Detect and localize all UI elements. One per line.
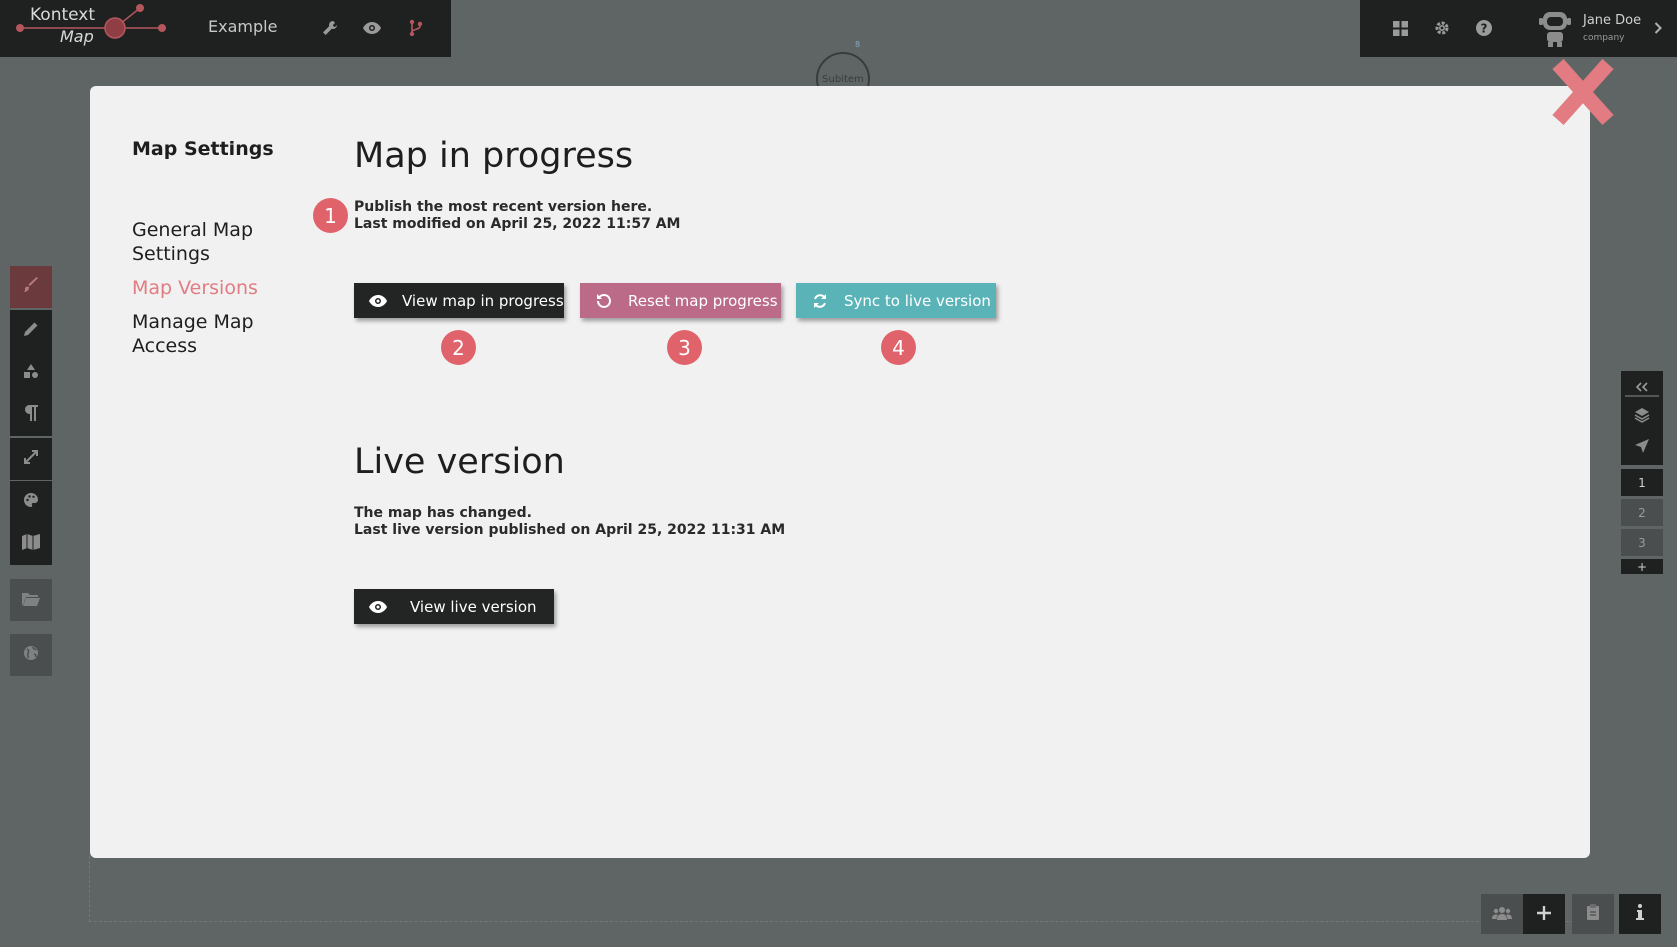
resize-icon: [23, 449, 39, 469]
eye-icon: [368, 597, 388, 617]
map-name[interactable]: Example: [208, 17, 277, 36]
subitem-count: 8: [855, 40, 861, 49]
callout-badge-2: 2: [441, 330, 476, 365]
folder-icon: [22, 591, 40, 610]
subitem-label: Subitem: [822, 73, 864, 85]
top-bar-right: ? Jane Doe company: [1360, 0, 1677, 57]
page-button-3[interactable]: 3: [1621, 529, 1663, 556]
palette-icon: [23, 492, 39, 512]
panel-divider: [1625, 395, 1659, 397]
branch-icon[interactable]: [405, 17, 427, 39]
callout-badge-4: 4: [881, 330, 916, 365]
map-tool[interactable]: [10, 523, 52, 565]
folder-tool[interactable]: [10, 579, 52, 621]
nav-map-versions[interactable]: Map Versions: [132, 276, 302, 300]
nav-general-map-settings[interactable]: General Map Settings: [132, 218, 302, 266]
palette-tool[interactable]: [10, 481, 52, 523]
close-modal-button[interactable]: [1548, 54, 1618, 130]
view-live-version-label: View live version: [410, 597, 537, 616]
user-company: company: [1583, 33, 1625, 43]
users-button[interactable]: [1481, 894, 1523, 934]
grid-icon[interactable]: [1389, 17, 1411, 39]
svg-text:?: ?: [1481, 22, 1488, 36]
progress-info: Publish the most recent version here. La…: [354, 199, 680, 233]
location-arrow-icon[interactable]: [1621, 434, 1663, 458]
view-map-in-progress-button[interactable]: View map in progress: [354, 283, 564, 318]
add-page-button[interactable]: +: [1621, 559, 1663, 574]
progress-section-title: Map in progress: [354, 136, 634, 176]
page-button-2[interactable]: 2: [1621, 499, 1663, 526]
reset-map-progress-label: Reset map progress: [628, 291, 778, 310]
callout-badge-3: 3: [667, 330, 702, 365]
view-map-in-progress-label: View map in progress: [402, 291, 564, 310]
callout-badge-1: 1: [313, 198, 348, 233]
robot-avatar-icon[interactable]: [1538, 8, 1572, 48]
add-button[interactable]: [1523, 894, 1565, 934]
close-icon: [1552, 59, 1614, 125]
shapes-tool[interactable]: [10, 352, 52, 394]
resize-tool[interactable]: [10, 438, 52, 480]
paragraph-icon: [24, 405, 38, 425]
top-bar-left: Kontext Map Example: [0, 0, 451, 57]
logo-text-kontext: Kontext: [30, 5, 96, 25]
gear-icon[interactable]: [1431, 17, 1453, 39]
reset-map-progress-button[interactable]: Reset map progress: [580, 283, 781, 318]
canvas-border: [89, 856, 1589, 922]
wrench-icon[interactable]: [319, 17, 341, 39]
map-settings-modal: Map Settings General Map Settings Map Ve…: [90, 86, 1590, 858]
info-icon: [1636, 903, 1644, 925]
sync-icon: [810, 291, 830, 311]
logo-text-map: Map: [60, 27, 94, 46]
globe-icon: [23, 645, 39, 665]
progress-info-line2: Last modified on April 25, 2022 11:57 AM: [354, 216, 681, 232]
sync-to-live-version-label: Sync to live version: [844, 291, 991, 310]
view-live-version-button[interactable]: View live version: [354, 589, 554, 624]
live-info-line2: Last live version published on April 25,…: [354, 522, 786, 538]
live-info: The map has changed. Last live version p…: [354, 505, 785, 539]
live-info-line1: The map has changed.: [354, 505, 532, 521]
shapes-icon: [23, 363, 39, 383]
eye-icon[interactable]: [361, 17, 383, 39]
text-tool[interactable]: [10, 394, 52, 436]
brush-icon: [23, 277, 39, 297]
layers-icon[interactable]: [1621, 403, 1663, 427]
chevron-right-icon[interactable]: [1650, 17, 1666, 39]
right-panel: [1621, 371, 1663, 465]
settings-title: Map Settings: [132, 138, 274, 160]
clipboard-icon: [1587, 903, 1599, 925]
page-button-1[interactable]: 1: [1621, 469, 1663, 496]
pencil-icon: [23, 321, 39, 341]
pencil-tool[interactable]: [10, 310, 52, 352]
clipboard-button[interactable]: [1572, 894, 1614, 934]
plus-icon: [1537, 904, 1551, 925]
globe-tool[interactable]: [10, 634, 52, 676]
app-logo[interactable]: Kontext Map: [0, 0, 170, 57]
users-icon: [1492, 904, 1512, 925]
user-name[interactable]: Jane Doe: [1583, 13, 1641, 28]
sync-to-live-version-button[interactable]: Sync to live version: [796, 283, 996, 318]
brush-tool[interactable]: [10, 266, 52, 308]
map-icon: [22, 534, 40, 554]
info-button[interactable]: [1619, 894, 1661, 934]
live-section-title: Live version: [354, 442, 565, 482]
progress-info-line1: Publish the most recent version here.: [354, 199, 653, 215]
undo-icon: [594, 291, 614, 311]
nav-manage-map-access[interactable]: Manage Map Access: [132, 310, 302, 358]
help-icon[interactable]: ?: [1473, 17, 1495, 39]
eye-icon: [368, 291, 388, 311]
